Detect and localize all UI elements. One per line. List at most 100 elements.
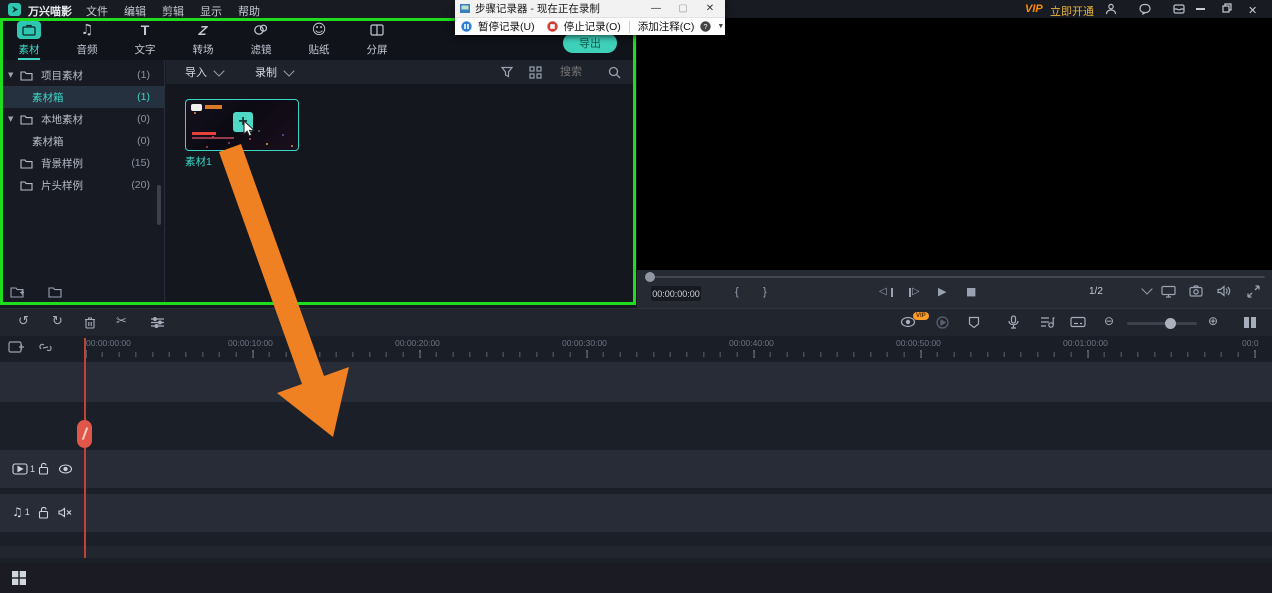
fit-timeline-icon[interactable] [1243,316,1257,329]
delete-bin-icon[interactable] [48,286,62,298]
tab-media[interactable]: 素材 [0,18,58,60]
import-chevron-icon[interactable] [213,65,224,76]
tree-item-media-bin-project[interactable]: 素材箱 (1) [0,86,164,108]
vip-upgrade-button[interactable]: 立即开通 [1050,3,1094,19]
fullscreen-icon[interactable] [1247,285,1260,298]
menu-clip[interactable]: 剪辑 [162,3,184,19]
audio-track-lane[interactable]: ♫ 1 [0,494,1272,532]
mark-in-button[interactable]: { [735,286,739,298]
stop-record-button[interactable]: 停止记录(O) [564,19,621,34]
record-button[interactable]: 录制 [255,64,277,80]
volume-icon[interactable] [1217,285,1231,297]
tree-item-project-media[interactable]: ▼ 项目素材 (1) [0,64,164,86]
video-visibility-eye-icon[interactable] [58,464,73,474]
mark-out-button[interactable]: } [763,286,767,298]
add-marker-icon[interactable] [8,340,25,354]
timeline-tracks-area[interactable]: 1 ♫ 1 [0,360,1272,563]
timeline-toolbar: ↺ ↻ ✂ VIP ⊖ ⊕ [0,308,1272,336]
menu-view[interactable]: 显示 [200,3,222,19]
video-track-lane[interactable]: 1 [0,450,1272,488]
previous-frame-bar [891,288,893,297]
tree-label: 素材箱 [32,134,64,149]
tab-splitscreen[interactable]: 分屏 [348,18,406,60]
audio-track-header: ♫ 1 [12,506,30,518]
help-chevron-icon[interactable]: ▼ [717,23,724,30]
start-button[interactable] [12,571,26,585]
search-icon[interactable] [608,66,621,79]
feedback-icon[interactable] [1139,3,1151,15]
split-scissors-icon[interactable]: ✂ [116,315,127,328]
tab-text[interactable]: T 文字 [116,18,174,60]
grid-view-icon[interactable] [529,66,542,79]
delete-icon[interactable] [84,316,96,329]
menu-edit[interactable]: 编辑 [124,3,146,19]
tree-item-local-media[interactable]: ▼ 本地素材 (0) [0,108,164,130]
caret-down-icon[interactable]: ▼ [8,72,20,79]
timeline-hscrollbar[interactable] [0,546,1272,558]
vip-icon[interactable]: VIP [1025,3,1043,15]
recorder-maximize-button[interactable]: ▢ [672,3,694,14]
add-bin-icon[interactable] [10,286,26,298]
preview-quality-value[interactable]: 1/2 [1089,286,1103,297]
media-search-input[interactable] [558,65,608,79]
display-device-icon[interactable] [1161,285,1176,298]
tab-audio[interactable]: ♫ 音频 [58,18,116,60]
tab-filter[interactable]: 滤镜 [232,18,290,60]
filter-icon[interactable] [501,66,513,78]
resource-box-icon[interactable] [1173,3,1185,15]
undo-icon[interactable]: ↺ [18,315,29,328]
zoom-out-icon[interactable]: ⊖ [1104,315,1114,327]
play-render-icon[interactable] [936,316,949,329]
record-chevron-icon[interactable] [283,65,294,76]
audio-lock-icon[interactable] [38,506,49,519]
zoom-in-icon[interactable]: ⊕ [1208,315,1218,327]
tree-count: (20) [131,179,150,191]
minimize-button[interactable] [1196,8,1205,10]
play-button[interactable]: ▶ [938,286,946,297]
zoom-slider-handle[interactable] [1165,318,1176,329]
restore-button[interactable] [1222,3,1232,13]
tab-label: 素材 [19,42,40,57]
preview-seek-handle[interactable] [645,272,655,282]
audio-mute-icon[interactable] [58,507,73,518]
tree-item-background-samples[interactable]: 背景样例 (15) [0,152,164,174]
link-clips-icon[interactable] [38,342,53,353]
menu-file[interactable]: 文件 [86,3,108,19]
tree-scrollbar[interactable] [157,185,161,225]
import-button[interactable]: 导入 [185,64,207,80]
voiceover-mic-icon[interactable] [1008,315,1019,329]
tree-item-media-bin-local[interactable]: 素材箱 (0) [0,130,164,152]
pause-record-button[interactable]: 暂停记录(U) [478,19,535,34]
tab-sticker[interactable]: ☺ 贴纸 [290,18,348,60]
audio-mixer-icon[interactable] [1040,316,1055,328]
export-button[interactable]: 导出 [563,33,617,53]
recorder-titlebar[interactable]: 步骤记录器 - 现在正在录制 — ▢ ✕ [455,0,725,17]
subtitle-icon[interactable] [1070,316,1086,328]
empty-track-lane[interactable] [0,362,1272,402]
mark-shield-icon[interactable] [968,316,980,329]
menu-help[interactable]: 帮助 [238,3,260,19]
add-comment-button[interactable]: 添加注释(C) [638,19,695,34]
previous-frame-button[interactable]: ◁ [879,287,887,297]
quality-chevron-icon[interactable] [1141,283,1152,294]
account-icon[interactable] [1105,3,1117,15]
adjust-properties-icon[interactable] [150,317,165,328]
recorder-minimize-button[interactable]: — [645,3,667,14]
stop-button[interactable]: ■ [966,286,976,297]
next-frame-button[interactable]: ▷ [912,287,920,297]
preview-seekbar[interactable] [645,276,1265,278]
help-icon[interactable]: ? [700,21,711,32]
video-lock-icon[interactable] [38,462,49,475]
playhead-grip[interactable] [77,420,92,448]
recorder-close-button[interactable]: ✕ [699,3,721,14]
close-button[interactable]: ✕ [1248,4,1257,17]
tab-transition[interactable]: Z 转场 [174,18,232,60]
snapshot-camera-icon[interactable] [1189,285,1203,297]
caret-down-icon[interactable]: ▼ [8,116,20,123]
clip-name-label[interactable]: 素材1 [185,154,212,169]
tree-item-intro-samples[interactable]: 片头样例 (20) [0,174,164,196]
toolbar-divider [629,21,630,33]
playhead-line[interactable] [84,338,86,558]
timeline-zoom-slider[interactable] [1127,322,1197,325]
redo-icon[interactable]: ↻ [52,315,63,328]
